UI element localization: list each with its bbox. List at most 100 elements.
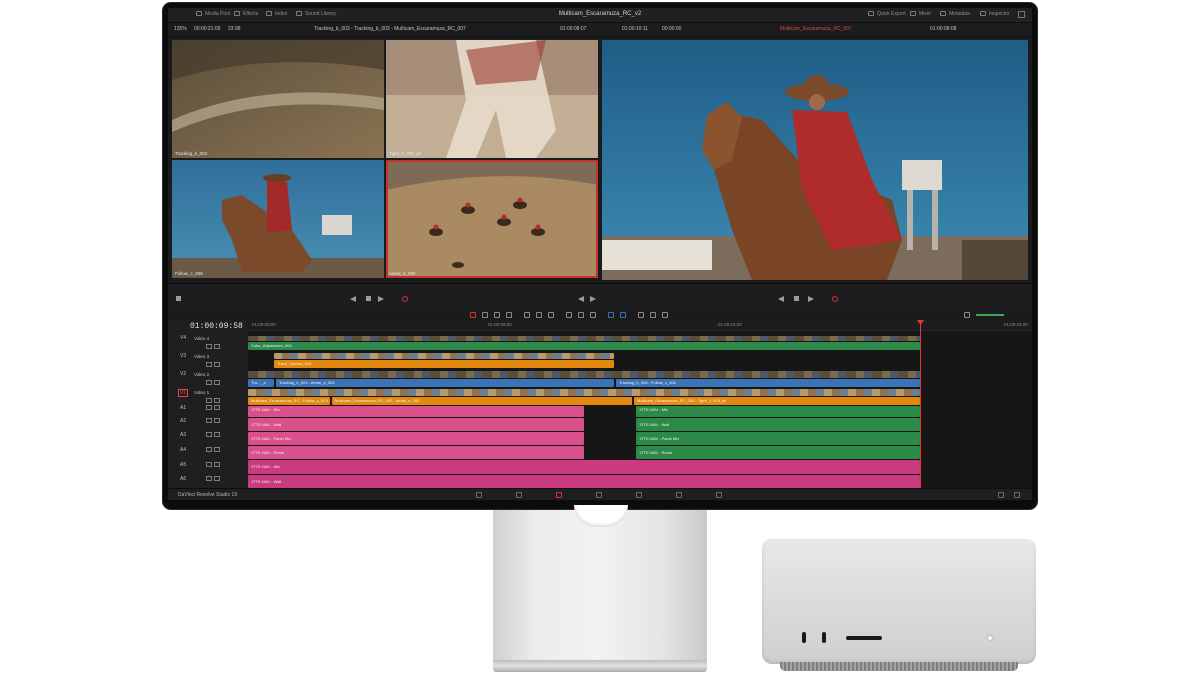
fullscreen-icon[interactable]: [1018, 11, 1025, 18]
track-lock-icon[interactable]: [206, 344, 212, 349]
metadata-button[interactable]: Metadata: [940, 11, 970, 17]
track-lock-icon[interactable]: [206, 398, 212, 403]
v3-video-clip[interactable]: [274, 353, 614, 359]
track-solo-icon[interactable]: [214, 405, 220, 410]
linked-selection-icon[interactable]: [578, 312, 584, 318]
program-play-icon[interactable]: [808, 296, 814, 302]
track-mute-icon[interactable]: [206, 405, 212, 410]
track-mute-icon[interactable]: [206, 476, 212, 481]
mixer-button[interactable]: Mixer: [910, 11, 931, 17]
rewind-icon[interactable]: [350, 296, 356, 302]
loop-icon[interactable]: [402, 296, 408, 302]
cut-page-icon[interactable]: [516, 492, 522, 498]
snapping-icon[interactable]: [566, 312, 572, 318]
top-toolbar: Media Pool Effects Index Sound Library M…: [168, 8, 1032, 23]
source-prev-icon[interactable]: [578, 296, 584, 302]
v1-clip-a[interactable]: Multicam_Escaramuza_RC - Follow_c_003: [248, 397, 330, 405]
trim-tool-icon[interactable]: [482, 312, 488, 318]
track-solo-icon[interactable]: [214, 418, 220, 423]
track-solo-icon[interactable]: [214, 447, 220, 452]
position-lock-icon[interactable]: [590, 312, 596, 318]
a3-clip-b[interactable]: 1TTE-NAV - Panel Mix: [636, 432, 920, 445]
program-loop-icon[interactable]: [832, 296, 838, 302]
v3-clip[interactable]: Track_Sunrise_004: [274, 360, 614, 368]
selection-tool-icon[interactable]: [470, 312, 476, 318]
a4-clip-b[interactable]: 1TTE-NAV - Room: [636, 446, 920, 459]
a5-clip[interactable]: 1TTE-NAV - Mix: [248, 460, 920, 474]
track-solo-icon[interactable]: [214, 476, 220, 481]
fusion-page-icon[interactable]: [596, 492, 602, 498]
play-icon[interactable]: [378, 296, 384, 302]
timeline-tracks[interactable]: 01:00:00:00 01:00:08:00 01:00:16:00 01:0…: [248, 320, 1032, 488]
quick-export-button[interactable]: Quick Export: [868, 11, 906, 17]
a4-clip-a[interactable]: 1TTE-NAV - Room: [248, 446, 584, 459]
v2-clip-b[interactable]: Tracking_b_003 - Aerial_a_003: [276, 379, 614, 387]
zoom-detail-icon[interactable]: [638, 312, 644, 318]
track-lock-icon[interactable]: [206, 380, 212, 385]
zoom-custom-icon[interactable]: [662, 312, 668, 318]
track-solo-icon[interactable]: [214, 462, 220, 467]
source-clip-name[interactable]: Tracking_b_003 - Tracking_b_003 - Multic…: [314, 26, 466, 32]
a6-clip[interactable]: 1TTE-NAV - Wall: [248, 475, 920, 488]
v1-clip-c[interactable]: Multicam_Escaramuza_RC_003 - Tight_3_003…: [634, 397, 920, 405]
viewer-layout-icon[interactable]: [176, 296, 181, 301]
track-solo-icon[interactable]: [214, 432, 220, 437]
program-tc: 01:00:10:11: [622, 26, 649, 32]
v1-video-strip[interactable]: [248, 389, 920, 396]
blade-tool-icon[interactable]: [506, 312, 512, 318]
source-next-icon[interactable]: [590, 296, 596, 302]
track-id-v1[interactable]: V1: [178, 389, 189, 397]
playhead[interactable]: [920, 320, 921, 488]
a1-clip-b[interactable]: 1TTE-NAV - Mix: [636, 406, 920, 417]
dynamic-trim-icon[interactable]: [494, 312, 500, 318]
a1-clip-a[interactable]: 1TTE-NAV - Mix: [248, 406, 584, 417]
color-page-icon[interactable]: [636, 492, 642, 498]
flag-icon[interactable]: [608, 312, 614, 318]
a2-clip-a[interactable]: 1TTE-NAV - Wall: [248, 418, 584, 431]
program-name[interactable]: Multicam_Escaramuza_RC_007: [780, 26, 852, 32]
v2-clip-a[interactable]: Tra... _a: [248, 379, 274, 387]
track-mute-icon[interactable]: [206, 432, 212, 437]
program-stop-icon[interactable]: [794, 296, 799, 301]
clip-label: Color_Adjustment_004: [251, 343, 292, 348]
track-enable-icon[interactable]: [214, 362, 220, 367]
multicam-angle-3[interactable]: Follow_c_008: [172, 160, 384, 278]
timeline-ruler[interactable]: 01:00:00:00 01:00:08:00 01:00:16:00 01:0…: [248, 320, 1032, 331]
edit-page-icon[interactable]: [556, 492, 562, 498]
media-page-icon[interactable]: [476, 492, 482, 498]
fairlight-page-icon[interactable]: [676, 492, 682, 498]
home-icon[interactable]: [998, 492, 1004, 498]
track-enable-icon[interactable]: [214, 380, 220, 385]
track-mute-icon[interactable]: [206, 447, 212, 452]
track-enable-icon[interactable]: [214, 344, 220, 349]
zoom-full-icon[interactable]: [650, 312, 656, 318]
program-viewer[interactable]: [602, 40, 1028, 280]
multicam-angle-4-selected[interactable]: Aerial_a_008: [386, 160, 598, 278]
track-mute-icon[interactable]: [206, 418, 212, 423]
stop-icon[interactable]: [366, 296, 371, 301]
a2-clip-b[interactable]: 1TTE-NAV - Wall: [636, 418, 920, 431]
a3-clip-a[interactable]: 1TTE-NAV - Panel Mix: [248, 432, 584, 445]
zoom-level[interactable]: 135%: [174, 26, 187, 32]
v2-video-strip[interactable]: [248, 371, 920, 378]
volume-slider[interactable]: [976, 314, 1004, 316]
marker-icon[interactable]: [620, 312, 626, 318]
v4-video-clip[interactable]: [248, 336, 920, 341]
v2-clip-c[interactable]: Tracking_b_008 - Follow_c_008: [616, 379, 920, 387]
track-mute-icon[interactable]: [206, 462, 212, 467]
multicam-angle-2[interactable]: Tight_3_003_all: [386, 40, 598, 158]
adjustment-clip[interactable]: Color_Adjustment_004: [248, 342, 920, 350]
v1-clip-b[interactable]: Multicam_Escaramuza_RC_003 - Aerial_a_00…: [332, 397, 632, 405]
inspector-button[interactable]: Inspector: [980, 11, 1010, 17]
deliver-page-icon[interactable]: [716, 492, 722, 498]
source-fps: 23.98: [228, 26, 241, 32]
multicam-angle-1[interactable]: Tracking_b_003: [172, 40, 384, 158]
program-rewind-icon[interactable]: [778, 296, 784, 302]
replace-icon[interactable]: [548, 312, 554, 318]
volume-icon[interactable]: [964, 312, 970, 318]
track-enable-icon[interactable]: [214, 398, 220, 403]
insert-icon[interactable]: [524, 312, 530, 318]
settings-icon[interactable]: [1014, 492, 1020, 498]
overwrite-icon[interactable]: [536, 312, 542, 318]
track-lock-icon[interactable]: [206, 362, 212, 367]
